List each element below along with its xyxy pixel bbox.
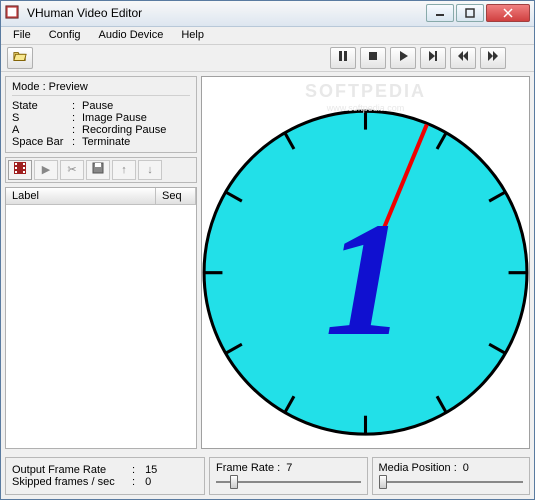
frame-rate-label: Frame Rate : (216, 462, 280, 474)
play-clip-button[interactable]: ▶ (34, 160, 58, 180)
output-rate-label: Output Frame Rate (12, 464, 132, 476)
menu-file[interactable]: File (5, 27, 39, 43)
app-window: VHuman Video Editor File Config Audio De… (0, 0, 535, 500)
list-body[interactable] (6, 205, 196, 448)
titlebar: VHuman Video Editor (1, 1, 534, 27)
film-button[interactable] (8, 160, 32, 180)
clip-list: Label Seq (5, 187, 197, 449)
media-pos-value: 0 (463, 462, 469, 474)
play-button[interactable] (390, 47, 416, 69)
menu-config[interactable]: Config (41, 27, 89, 43)
frame-rate-slider[interactable] (216, 474, 361, 490)
window-title: VHuman Video Editor (27, 6, 426, 20)
watermark-url: www.softpedia.com (327, 103, 405, 113)
play-icon (397, 50, 409, 65)
a-value: Recording Pause (82, 124, 166, 136)
close-button[interactable] (486, 4, 530, 22)
space-key: Space Bar (12, 136, 72, 148)
cut-button[interactable]: ✂ (60, 160, 84, 180)
arrow-down-icon: ↓ (147, 164, 153, 176)
maximize-button[interactable] (456, 4, 484, 22)
rewind-icon (457, 50, 469, 65)
bottom-bar: Output Frame Rate: 15 Skipped frames / s… (1, 453, 534, 499)
s-key: S (12, 112, 72, 124)
play-small-icon: ▶ (42, 163, 50, 176)
move-down-button[interactable]: ↓ (138, 160, 162, 180)
output-stats-panel: Output Frame Rate: 15 Skipped frames / s… (5, 457, 205, 495)
state-key: State (12, 100, 72, 112)
pause-icon (337, 50, 349, 65)
space-value: Terminate (82, 136, 130, 148)
skipped-label: Skipped frames / sec (12, 476, 132, 488)
preview-pane: SOFTPEDIA www.softpedia.com (201, 72, 534, 453)
list-header: Label Seq (6, 188, 196, 205)
skipped-value: 0 (145, 476, 151, 488)
rewind-button[interactable] (450, 47, 476, 69)
mode-panel: Mode : Preview State:Pause S:Image Pause… (5, 76, 197, 153)
left-column: Mode : Preview State:Pause S:Image Pause… (1, 72, 201, 453)
menu-audio-device[interactable]: Audio Device (91, 27, 172, 43)
arrow-up-icon: ↑ (121, 164, 127, 176)
col-label[interactable]: Label (6, 188, 156, 204)
pause-button[interactable] (330, 47, 356, 69)
watermark: SOFTPEDIA (305, 81, 426, 102)
frame-rate-value: 7 (286, 462, 292, 474)
media-position-panel: Media Position : 0 (372, 457, 531, 495)
app-icon (5, 5, 21, 21)
mode-header: Mode : Preview (12, 81, 190, 96)
folder-open-icon (13, 49, 27, 66)
stop-button[interactable] (360, 47, 386, 69)
step-button[interactable] (420, 47, 446, 69)
minimize-button[interactable] (426, 4, 454, 22)
frame-rate-panel: Frame Rate : 7 (209, 457, 368, 495)
fast-forward-button[interactable] (480, 47, 506, 69)
fast-forward-icon (487, 50, 499, 65)
state-value: Pause (82, 100, 113, 112)
save-icon (92, 162, 104, 177)
content-area: Mode : Preview State:Pause S:Image Pause… (1, 72, 534, 453)
preview-canvas: SOFTPEDIA www.softpedia.com (201, 76, 530, 449)
move-up-button[interactable]: ↑ (112, 160, 136, 180)
save-clip-button[interactable] (86, 160, 110, 180)
menu-help[interactable]: Help (173, 27, 212, 43)
toolbar (1, 45, 534, 72)
countdown-digit: 1 (325, 189, 407, 370)
step-forward-icon (427, 50, 439, 65)
media-pos-label: Media Position : (379, 462, 457, 474)
playback-controls (330, 47, 508, 69)
open-file-button[interactable] (7, 47, 33, 69)
stop-icon (367, 50, 379, 65)
cut-icon: ✂ (67, 163, 76, 176)
col-seq[interactable]: Seq (156, 188, 196, 204)
menubar: File Config Audio Device Help (1, 27, 534, 45)
output-rate-value: 15 (145, 464, 157, 476)
film-icon (13, 161, 27, 178)
countdown-clock: 1 (202, 77, 529, 448)
s-value: Image Pause (82, 112, 147, 124)
media-position-slider[interactable] (379, 474, 524, 490)
a-key: A (12, 124, 72, 136)
clip-toolbar: ▶ ✂ ↑ ↓ (5, 157, 197, 183)
